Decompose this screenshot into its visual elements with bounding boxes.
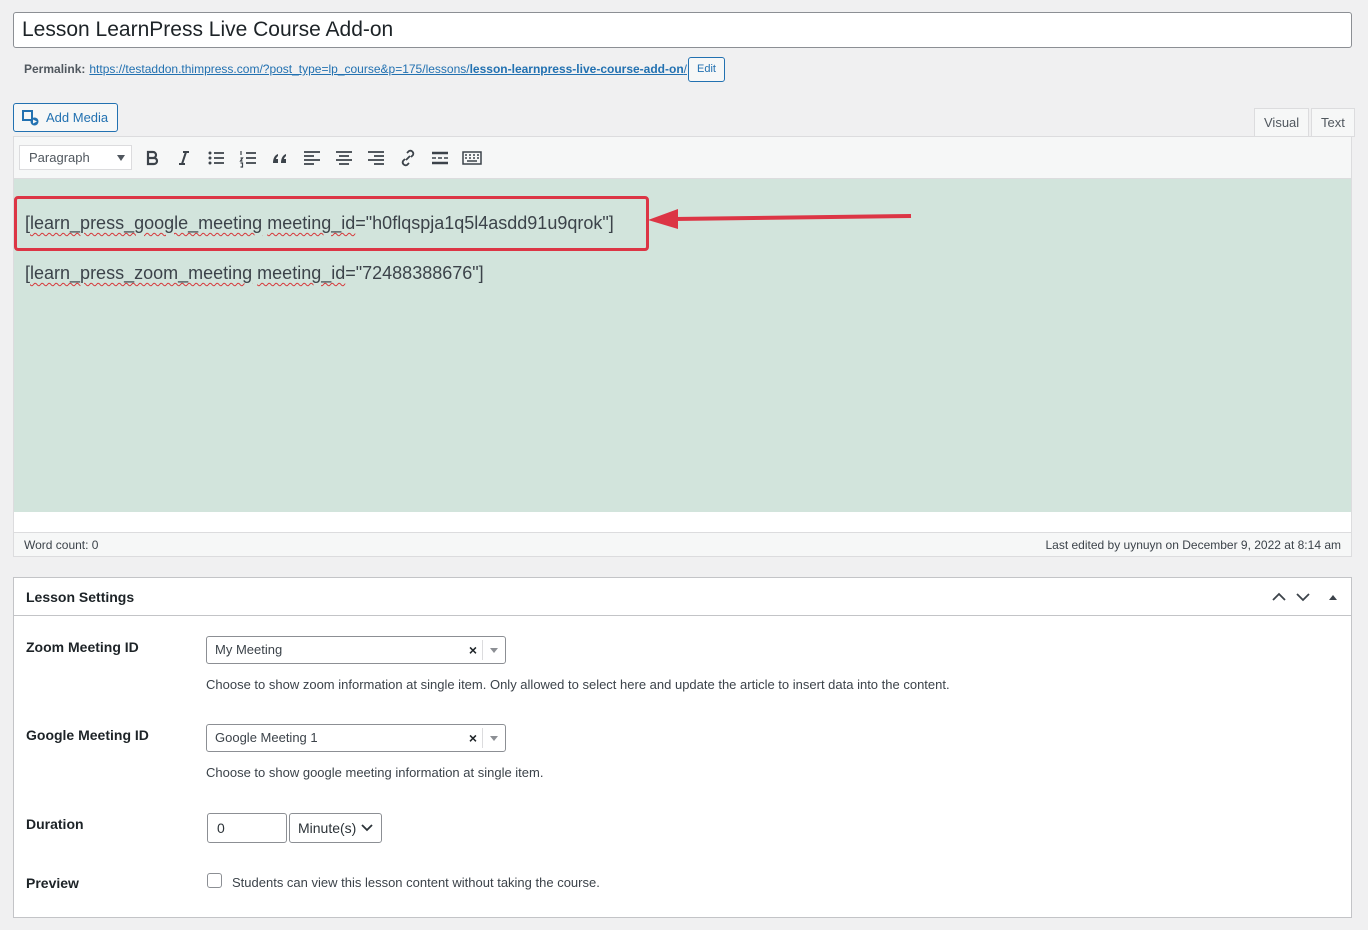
preview-checkbox-label[interactable]: Students can view this lesson content wi…	[232, 875, 600, 890]
link-icon[interactable]	[398, 148, 418, 168]
arrow-annotation	[648, 209, 912, 229]
add-media-label: Add Media	[46, 110, 109, 125]
zoom-meeting-shortcode: [learn_press_zoom_meeting meeting_id="72…	[25, 263, 484, 284]
align-left-icon[interactable]	[302, 148, 322, 168]
add-media-button[interactable]: Add Media	[13, 103, 118, 132]
post-title-input[interactable]: Lesson LearnPress Live Course Add-on	[13, 12, 1352, 48]
permalink-url-end: /	[683, 62, 687, 76]
format-select[interactable]: Paragraph	[19, 145, 132, 170]
media-icon	[22, 109, 39, 125]
bold-icon[interactable]	[142, 148, 162, 168]
select-separator	[482, 728, 483, 748]
permalink-url-slug: lesson-learnpress-live-course-add-on	[469, 62, 684, 76]
google-meeting-shortcode: [learn_press_google_meeting meeting_id="…	[25, 213, 614, 234]
permalink-label: Permalink:	[24, 62, 86, 76]
chevron-down-icon	[361, 824, 373, 832]
editor-content-area[interactable]: [learn_press_google_meeting meeting_id="…	[14, 179, 1351, 512]
duration-unit-value: Minute(s)	[298, 820, 357, 836]
google-meeting-select[interactable]: Google Meeting 1 ×	[206, 724, 506, 752]
lesson-settings-title: Lesson Settings	[26, 589, 135, 605]
zoom-meeting-value: My Meeting	[215, 642, 283, 657]
chevron-down-icon	[490, 648, 498, 653]
zoom-meeting-select[interactable]: My Meeting ×	[206, 636, 506, 664]
duration-input[interactable]: 0	[207, 813, 287, 843]
italic-icon[interactable]	[174, 148, 194, 168]
preview-checkbox[interactable]	[207, 873, 222, 888]
permalink-url-base: https://testaddon.thimpress.com/?post_ty…	[89, 62, 470, 76]
editor: Paragraph [learn_press_google_meeting me…	[13, 136, 1352, 557]
shortcode-tag: learn_press_google_meeting	[30, 213, 263, 233]
zoom-meeting-label: Zoom Meeting ID	[26, 639, 139, 655]
clear-icon[interactable]: ×	[469, 725, 477, 751]
chevron-down-icon	[117, 155, 125, 161]
chevron-down-icon	[490, 736, 498, 741]
permalink-edit-button[interactable]: Edit	[688, 56, 725, 82]
bullet-list-icon[interactable]	[206, 148, 226, 168]
last-edited: Last edited by uynuyn on December 9, 202…	[1045, 538, 1341, 552]
editor-status-bar: Word count: 0 Last edited by uynuyn on D…	[14, 532, 1351, 556]
blockquote-icon[interactable]	[270, 148, 290, 168]
numbered-list-icon[interactable]	[238, 148, 258, 168]
preview-label: Preview	[26, 875, 79, 891]
collapse-toggle-icon[interactable]	[1323, 587, 1343, 607]
google-meeting-description: Choose to show google meeting informatio…	[206, 765, 544, 780]
editor-toolbar: Paragraph	[14, 137, 1351, 179]
align-center-icon[interactable]	[334, 148, 354, 168]
align-right-icon[interactable]	[366, 148, 386, 168]
read-more-icon[interactable]	[430, 148, 450, 168]
duration-label: Duration	[26, 816, 84, 832]
toolbar-toggle-icon[interactable]	[462, 148, 482, 168]
zoom-meeting-description: Choose to show zoom information at singl…	[206, 677, 950, 692]
permalink-row: Permalink: https://testaddon.thimpress.c…	[24, 56, 725, 82]
shortcode-value: ="h0flqspja1q5l4asdd91u9qrok"]	[355, 213, 614, 233]
duration-unit-select[interactable]: Minute(s)	[289, 813, 382, 843]
shortcode-value: ="72488388676"]	[345, 263, 484, 283]
shortcode-tag: learn_press_zoom_meeting	[30, 263, 253, 283]
clear-icon[interactable]: ×	[469, 637, 477, 663]
tab-visual[interactable]: Visual	[1254, 108, 1310, 137]
shortcode-attr: meeting_id	[257, 263, 346, 283]
lesson-settings-header: Lesson Settings	[14, 578, 1351, 616]
select-separator	[482, 640, 483, 660]
lesson-settings-panel: Lesson Settings Zoom Meeting ID My Meeti…	[13, 577, 1352, 918]
shortcode-attr: meeting_id	[267, 213, 356, 233]
tab-text[interactable]: Text	[1311, 108, 1355, 137]
permalink-link[interactable]: https://testaddon.thimpress.com/?post_ty…	[89, 62, 687, 76]
google-meeting-value: Google Meeting 1	[215, 730, 318, 745]
move-down-icon[interactable]	[1293, 587, 1313, 607]
google-meeting-label: Google Meeting ID	[26, 727, 149, 743]
format-select-value: Paragraph	[29, 150, 90, 165]
move-up-icon[interactable]	[1269, 587, 1289, 607]
word-count: Word count: 0	[24, 538, 99, 552]
